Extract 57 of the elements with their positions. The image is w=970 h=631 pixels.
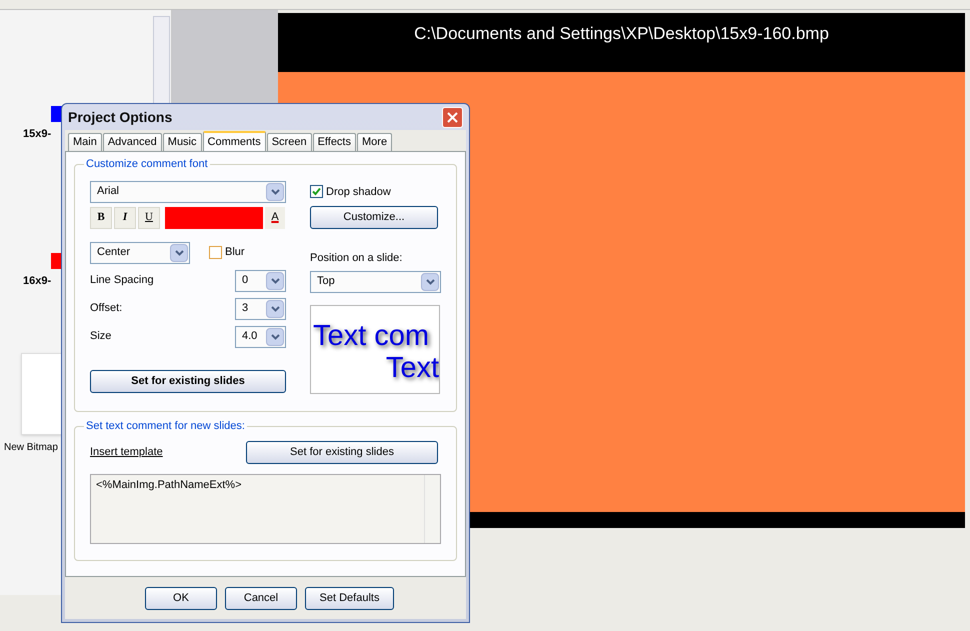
dialog-title: Project Options xyxy=(68,108,172,127)
font-color-button[interactable]: A xyxy=(265,206,285,228)
field-label: Size xyxy=(90,329,112,344)
field-label: Offset: xyxy=(90,301,122,316)
style-button[interactable]: I xyxy=(114,206,136,228)
thumbnail-label: New Bitmap xyxy=(4,441,58,455)
caret-icon xyxy=(270,278,280,284)
caret-icon xyxy=(270,188,280,194)
sample-text: Text xyxy=(386,352,439,384)
tab[interactable]: Music xyxy=(162,133,202,151)
style-button[interactable]: B xyxy=(90,206,112,228)
sample-text: Text com xyxy=(312,320,430,352)
tab[interactable]: More xyxy=(357,133,392,151)
group-legend: Customize comment font xyxy=(84,156,210,172)
checkmark-icon xyxy=(312,187,321,196)
color-swatch[interactable] xyxy=(165,206,263,228)
position-select[interactable]: Top xyxy=(310,270,441,292)
checkbox[interactable]: Blur xyxy=(209,244,245,261)
caret-icon xyxy=(270,334,280,340)
dialog-button[interactable]: OK xyxy=(145,586,217,610)
field-label: Line Spacing xyxy=(90,273,154,288)
caret-icon xyxy=(426,278,434,284)
caret-icon xyxy=(270,306,280,312)
dropdown-button[interactable] xyxy=(170,244,188,262)
insert-template-link[interactable]: Insert template xyxy=(90,444,163,460)
tab[interactable]: Screen xyxy=(266,133,312,151)
checkbox[interactable]: Drop shadow xyxy=(310,184,441,200)
customize-button[interactable]: Customize... xyxy=(310,206,438,229)
dropdown-button[interactable] xyxy=(421,272,439,290)
field-label: Position on a slide: xyxy=(310,251,404,266)
close-button[interactable] xyxy=(442,106,463,128)
dropdown-button[interactable] xyxy=(266,272,284,290)
tab[interactable]: Advanced xyxy=(102,133,162,151)
group-legend: Set text comment for new slides: xyxy=(84,418,247,434)
dropdown-button[interactable] xyxy=(266,328,284,346)
dialog-button[interactable]: Cancel xyxy=(225,586,297,610)
style-button[interactable]: U xyxy=(138,206,160,228)
alignment-select[interactable]: Center xyxy=(90,242,190,264)
caret-icon xyxy=(174,250,184,256)
apply-button[interactable]: Set for existing slides xyxy=(90,370,286,392)
tab[interactable]: Comments xyxy=(202,131,266,151)
comment-text-area[interactable]: <%MainImg.PathNameExt%> xyxy=(91,474,424,542)
font-select[interactable]: Arial xyxy=(90,180,286,202)
dialog-button[interactable]: Set Defaults xyxy=(305,586,394,610)
close-icon xyxy=(447,112,458,122)
scrollbar[interactable] xyxy=(424,474,440,542)
dropdown-button[interactable] xyxy=(266,300,284,318)
thumbnail-label: 15x9- xyxy=(23,127,52,142)
value-select[interactable]: 0 xyxy=(235,270,286,292)
apply-button[interactable]: Set for existing slides xyxy=(246,440,438,464)
slide-title: C:\Documents and Settings\XP\Desktop\15x9-160.bmp xyxy=(413,23,830,45)
tab[interactable]: Main xyxy=(68,133,102,151)
thumbnail-label: 16x9- xyxy=(23,274,52,288)
dropdown-button[interactable] xyxy=(266,182,284,200)
value-select[interactable]: 3 xyxy=(235,298,286,320)
value-select[interactable]: 4.0 xyxy=(235,326,286,348)
tab[interactable]: Effects xyxy=(312,133,356,151)
